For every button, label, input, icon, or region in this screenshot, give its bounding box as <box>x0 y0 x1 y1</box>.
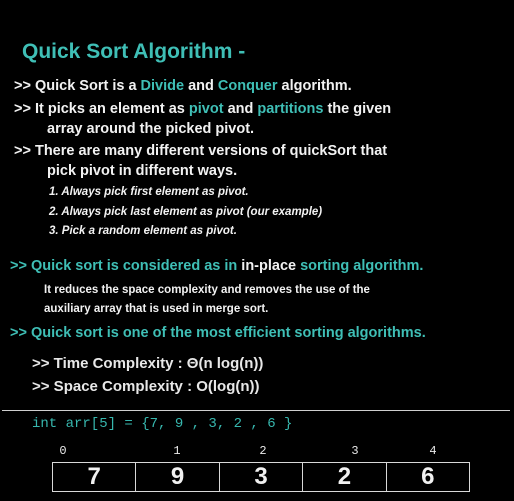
array-index: 1 <box>173 444 181 458</box>
bullet-text: Quick Sort is a <box>34 78 141 94</box>
time-complexity: >> Time Complexity : Θ(n log(n)) <box>32 355 264 372</box>
code-array-declaration: int arr[5] = {7, 9 , 3, 2 , 6 } <box>32 416 293 432</box>
inplace-text: sorting algorithm. <box>296 258 424 274</box>
bullet-marker: >> <box>14 78 35 94</box>
slide: Quick Sort Algorithm - >> Quick Sort is … <box>0 0 514 501</box>
highlight-partitions: partitions <box>257 101 324 117</box>
efficient-statement: >> Quick sort is one of the most efficie… <box>10 325 426 341</box>
bullet-marker: >> <box>14 143 35 159</box>
array-cell: 3 <box>220 463 304 491</box>
inplace-text: >> Quick sort is considered as in <box>10 258 242 274</box>
bullet-versions-continued: pick pivot in different ways. <box>47 163 238 179</box>
bullet-pivot-continued: array around the picked pivot. <box>47 121 255 137</box>
array-cell: 6 <box>421 463 435 490</box>
option-random-pivot: 3. Pick a random element as pivot. <box>49 225 237 237</box>
array-index: 2 <box>259 444 267 458</box>
option-first-pivot: 1. Always pick first element as pivot. <box>49 186 249 198</box>
bullet-versions: >> There are many different versions of … <box>14 143 387 159</box>
bullet-text: and <box>223 101 258 117</box>
bullet-pivot: >> It picks an element as pivot and part… <box>14 101 391 117</box>
array-index: 0 <box>59 444 67 458</box>
array-cell: 2 <box>303 463 387 491</box>
highlight-divide: Divide <box>140 78 185 94</box>
slide-title: Quick Sort Algorithm - <box>22 40 246 63</box>
space-complexity: >> Space Complexity : O(log(n)) <box>32 378 260 395</box>
inplace-keyword: in-place <box>241 258 297 274</box>
bullet-text: algorithm. <box>277 78 352 94</box>
bullet-divide-conquer: >> Quick Sort is a Divide and Conquer al… <box>14 78 352 94</box>
array-box: 7 9 3 2 6 <box>52 462 470 492</box>
option-last-pivot: 2. Always pick last element as pivot (ou… <box>49 206 323 218</box>
divider <box>2 410 510 411</box>
bullet-text: There are many different versions of qui… <box>34 143 388 159</box>
inplace-description-2: auxiliary array that is used in merge so… <box>44 303 269 315</box>
highlight-conquer: Conquer <box>217 78 278 94</box>
bullet-marker: >> <box>14 101 35 117</box>
bullet-text: the given <box>323 101 392 117</box>
inplace-description-1: It reduces the space complexity and remo… <box>44 284 370 296</box>
array-index: 4 <box>429 444 437 458</box>
bullet-text: It picks an element as <box>34 101 189 117</box>
array-index: 3 <box>351 444 359 458</box>
inplace-statement: >> Quick sort is considered as in in-pla… <box>10 258 423 274</box>
bullet-text: and <box>184 78 218 94</box>
array-cell: 9 <box>136 463 220 491</box>
highlight-pivot: pivot <box>188 101 224 117</box>
array-cell: 7 <box>53 463 137 491</box>
